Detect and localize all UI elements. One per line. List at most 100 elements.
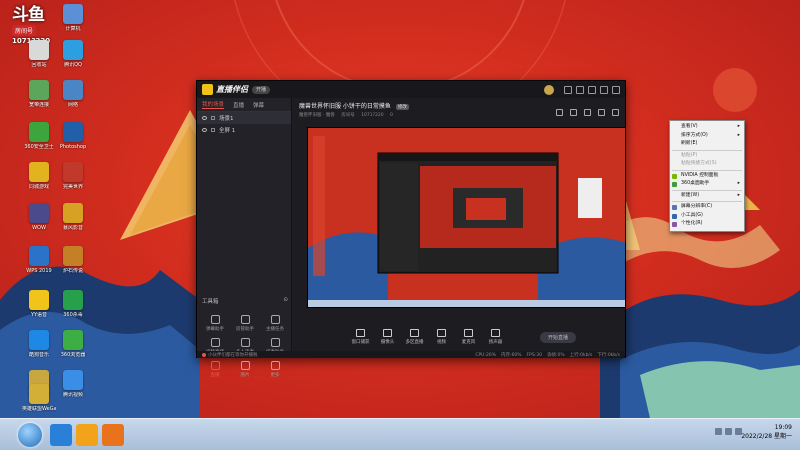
home-icon[interactable] <box>584 109 591 116</box>
desktop-icon[interactable]: 暴风影音 <box>56 203 90 231</box>
source-button[interactable]: 麦克风 <box>456 329 481 345</box>
desktop-icon[interactable]: 计算机 <box>56 4 90 32</box>
desktop-icon[interactable]: 英雄联盟WeGame <box>22 384 56 412</box>
menu-item-label: 粘贴快捷方式(S) <box>681 161 717 166</box>
menu-separator <box>672 189 742 191</box>
room-id: 1071?220 <box>361 113 384 118</box>
menu-item[interactable]: 小工具(G) <box>670 212 744 221</box>
app-icon <box>63 162 83 182</box>
source-button[interactable]: 多区直播 <box>402 329 427 345</box>
start-button[interactable] <box>18 422 42 447</box>
scene-item[interactable]: 场景1 <box>197 112 291 124</box>
desktop-icon[interactable]: 完美世界 <box>56 162 90 190</box>
menu-item-icon <box>672 222 677 227</box>
desktop-icon[interactable]: 酷狗音乐 <box>22 330 56 358</box>
room-category[interactable]: 魔兽怀旧服 · 魔兽 <box>299 113 335 118</box>
taskbar-app-douyu[interactable] <box>76 423 98 446</box>
menu-item-label: 个性化(R) <box>681 221 703 226</box>
tool-item[interactable]: 弹幕助手 <box>200 315 230 332</box>
settings-icon[interactable] <box>576 85 584 94</box>
source-button[interactable]: 视频 <box>429 329 454 345</box>
menu-item[interactable]: 屏幕分辨率(C) <box>670 203 744 212</box>
lock-icon[interactable] <box>570 109 577 116</box>
tool-item[interactable]: 更多 <box>260 361 290 378</box>
menu-item[interactable]: 刷新(E) <box>670 140 744 149</box>
menu-item[interactable]: 新建(W) ▸ <box>670 192 744 201</box>
desktop-icon[interactable]: 宽带连接 <box>22 80 56 108</box>
source-button[interactable]: 扬声器 <box>483 329 508 345</box>
room-id-label: 房间号 <box>341 113 355 118</box>
desktop-icon[interactable]: 炉石传说 <box>56 246 90 274</box>
tool-label: 更多 <box>270 373 280 378</box>
menu-separator <box>672 201 742 202</box>
desktop[interactable]: 斗鱼 房间号 1071?220 计算机回收站 腾讯QQ 宽带连接 网络 360安全卫士 P… <box>0 0 800 418</box>
menu-item[interactable]: 排序方式(O) ▸ <box>670 132 744 141</box>
taskbar-app-ie[interactable] <box>50 423 72 446</box>
gift-icon[interactable] <box>556 109 563 116</box>
edit-title-button[interactable]: 修改 <box>395 104 409 110</box>
message-icon[interactable] <box>564 85 572 94</box>
source-label: 摄像头 <box>380 340 395 345</box>
header-icons <box>549 109 619 116</box>
desktop-icon-label: 英雄联盟WeGame <box>22 406 56 412</box>
minimize-icon[interactable] <box>600 85 608 94</box>
lock-icon[interactable] <box>211 116 215 120</box>
network-icon[interactable] <box>715 428 722 435</box>
share-icon[interactable] <box>612 109 619 116</box>
menu-icon[interactable] <box>588 85 596 94</box>
menu-item[interactable]: NVIDIA 控制面板 <box>670 172 744 181</box>
eye-icon[interactable] <box>202 128 207 132</box>
source-button[interactable]: 摄像头 <box>375 329 400 345</box>
desktop-icon[interactable]: Photoshop <box>56 122 90 150</box>
toolbox-header: 工具箱 ⊙ <box>202 297 288 305</box>
desktop-icon[interactable]: 网络 <box>56 80 90 108</box>
close-icon[interactable] <box>612 85 620 94</box>
desktop-icon-label: 暴风影音 <box>62 225 83 231</box>
desktop-icon[interactable]: 同城游戏 <box>22 162 56 190</box>
desktop-icon[interactable]: 360安全卫士 <box>22 122 56 150</box>
desktop-icon[interactable]: 回收站 <box>22 40 56 68</box>
tab-live[interactable]: 直播 <box>233 101 244 109</box>
menu-item[interactable]: 360桌面助手 ▸ <box>670 180 744 189</box>
title-bar[interactable]: 直播伴侣 开播 <box>197 81 625 98</box>
desktop-context-menu: 查看(V) ▸ 排序方式(O) ▸ 刷新(E) 粘贴(P) 粘贴快捷方式(S) NVIDIA … <box>669 120 745 232</box>
desktop-icon[interactable]: WOW <box>22 203 56 231</box>
room-title[interactable]: 魔兽世界怀旧服 小饼干的日常摸鱼 <box>299 103 391 110</box>
avatar[interactable] <box>544 84 554 95</box>
stream-preview[interactable] <box>307 127 626 308</box>
tool-item[interactable]: 主播任务 <box>260 315 290 332</box>
bell-icon[interactable] <box>598 109 605 116</box>
toolbox-settings-icon[interactable]: ⊙ <box>283 297 288 305</box>
tab-danmaku[interactable]: 弹幕 <box>253 101 264 109</box>
scene-item[interactable]: 全屏 1 <box>197 124 291 136</box>
tab-my-scenes[interactable]: 我的场景 <box>202 100 225 109</box>
source-icon <box>356 329 365 337</box>
menu-item-icon <box>672 173 677 179</box>
tool-item[interactable]: 房管助手 <box>230 315 260 332</box>
desktop-icon-label: YY语音 <box>30 312 48 318</box>
source-button[interactable]: 窗口捕获 <box>348 329 373 345</box>
perf-stat: 内存:60% <box>501 352 522 358</box>
taskbar-app-live-companion[interactable] <box>102 423 124 446</box>
desktop-icon-label: WPS 2019 <box>26 268 52 274</box>
tool-item[interactable]: 图片 <box>230 361 260 378</box>
live-companion-window[interactable]: 直播伴侣 开播 我的场景 直播 弹幕 场景1 全屏 1 工具箱 ⊙ 弹幕助手 房… <box>196 80 626 378</box>
menu-item[interactable]: 查看(V) ▸ <box>670 123 744 132</box>
tool-label: 主播任务 <box>266 327 284 332</box>
start-live-button[interactable]: 开始直播 <box>540 331 577 343</box>
eye-icon[interactable] <box>202 116 207 120</box>
tool-item[interactable]: 直播 <box>200 361 230 378</box>
desktop-icon[interactable]: 腾讯视频 <box>56 370 90 398</box>
desktop-icon[interactable]: 360浏览器 <box>56 330 90 358</box>
menu-item-icon <box>672 213 677 219</box>
douyu-logo: 斗鱼 <box>12 5 45 25</box>
desktop-icon[interactable]: 腾讯QQ <box>56 40 90 68</box>
menu-item[interactable]: 个性化(R) <box>670 220 744 229</box>
go-live-pill[interactable]: 开播 <box>252 85 271 94</box>
desktop-icon[interactable]: 360杀毒 <box>56 290 90 318</box>
lock-icon[interactable] <box>211 128 215 132</box>
desktop-icon[interactable]: WPS 2019 <box>22 246 56 274</box>
volume-icon[interactable] <box>725 428 732 435</box>
desktop-icon[interactable]: YY语音 <box>22 290 56 318</box>
clock[interactable]: 19:09 2022/2/28 星期一 <box>741 423 792 441</box>
